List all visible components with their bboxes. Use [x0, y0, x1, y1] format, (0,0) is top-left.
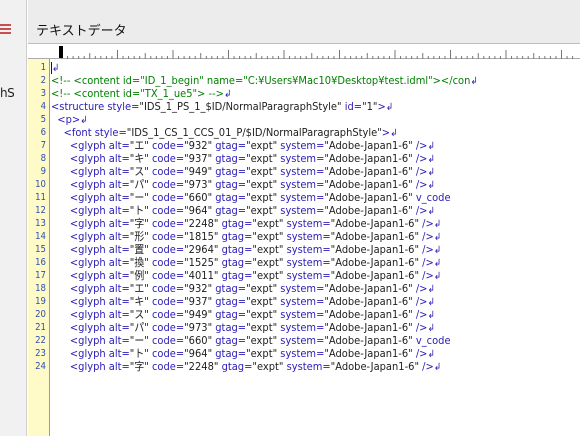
code-line[interactable]: <glyph alt="換" code="1525" gtag="expt" s… — [51, 256, 441, 269]
code-line[interactable]: <p>↲ — [51, 113, 88, 126]
list-icon[interactable] — [0, 24, 11, 34]
code-line[interactable]: <structure style="IDS_1_PS_1_$ID/NormalP… — [51, 100, 393, 113]
code-line[interactable]: <glyph alt="字" code="2248" gtag="expt" s… — [51, 217, 441, 230]
code-line[interactable]: <!-- <content id="TX_1_ue5"> -->↲ — [51, 87, 231, 100]
code-line[interactable]: <glyph alt="例" code="4011" gtag="expt" s… — [51, 269, 441, 282]
line-number: 1 — [40, 62, 46, 73]
line-number: 7 — [40, 140, 46, 151]
return-mark-icon: ↲ — [427, 167, 436, 178]
return-mark-icon: ↲ — [223, 89, 232, 100]
line-number: 6 — [40, 127, 46, 138]
line-number: 15 — [35, 244, 46, 255]
line-number: 18 — [35, 283, 46, 294]
code-line[interactable]: <glyph alt="パ" code="973" gtag="expt" sy… — [51, 321, 435, 334]
ruler-cursor-marker — [59, 46, 63, 58]
code-line[interactable]: <font style="IDS_1_CS_1_CCS_01_P/$ID/Nor… — [51, 126, 398, 139]
code-line[interactable]: <glyph alt="形" code="1815" gtag="expt" s… — [51, 230, 441, 243]
line-number: 2 — [40, 75, 46, 86]
return-mark-icon: ↲ — [427, 284, 436, 295]
return-mark-icon: ↲ — [427, 154, 436, 165]
code-line[interactable]: <glyph alt="置" code="2964" gtag="expt" s… — [51, 243, 441, 256]
ruler-ticks — [59, 46, 574, 59]
line-number: 13 — [35, 218, 46, 229]
code-line[interactable]: <glyph alt="ス" code="949" gtag="expt" sy… — [51, 308, 435, 321]
line-number: 17 — [35, 270, 46, 281]
return-mark-icon: ↲ — [427, 141, 436, 152]
return-mark-icon: ↲ — [427, 323, 436, 334]
code-line[interactable]: <!-- <content id="ID_1_begin" name="C:¥U… — [51, 74, 478, 87]
code-line[interactable]: <glyph alt="ー" code="660" gtag="expt" sy… — [51, 334, 451, 347]
code-line[interactable]: <glyph alt="ト" code="964" gtag="expt" sy… — [51, 347, 435, 360]
line-number: 4 — [40, 101, 46, 112]
code-line[interactable]: <glyph alt="キ" code="937" gtag="expt" sy… — [51, 152, 435, 165]
return-mark-icon: ↲ — [427, 349, 436, 360]
return-mark-icon: ↲ — [433, 232, 442, 243]
left-panel-fragment: hS — [0, 86, 15, 100]
return-mark-icon: ↲ — [427, 310, 436, 321]
line-number: 5 — [40, 114, 46, 125]
return-mark-icon: ↲ — [433, 271, 442, 282]
line-number: 12 — [35, 205, 46, 216]
line-number: 14 — [35, 231, 46, 242]
line-number: 19 — [35, 296, 46, 307]
line-number: 8 — [40, 153, 46, 164]
return-mark-icon: ↲ — [470, 76, 478, 87]
code-line[interactable]: <glyph alt="ス" code="949" gtag="expt" sy… — [51, 165, 435, 178]
line-number: 10 — [35, 179, 46, 190]
code-line[interactable]: ↲ — [51, 61, 59, 74]
line-number: 24 — [35, 361, 46, 372]
code-line[interactable]: <glyph alt="パ" code="973" gtag="expt" sy… — [51, 178, 435, 191]
line-number: 23 — [35, 348, 46, 359]
return-mark-icon: ↲ — [427, 297, 436, 308]
line-number: 3 — [40, 88, 46, 99]
line-number: 22 — [35, 335, 46, 346]
return-mark-icon: ↲ — [433, 258, 442, 269]
return-mark-icon: ↲ — [433, 362, 442, 373]
return-mark-icon: ↲ — [80, 115, 88, 126]
line-number-gutter: 1 2 3 4 5 6 7 8 9 10 11 12 13 14 15 16 17 18 19 20 21 22 23 24 — [28, 59, 50, 436]
code-line[interactable]: <glyph alt="ー" code="660" gtag="expt" sy… — [51, 191, 451, 204]
panel-title: テキストデータ — [36, 24, 127, 39]
text-editor[interactable]: ↲ <!-- <content id="ID_1_begin" name="C:¥… — [51, 59, 580, 436]
line-number: 21 — [35, 322, 46, 333]
code-line[interactable]: <glyph alt="エ" code="932" gtag="expt" sy… — [51, 282, 435, 295]
code-line[interactable]: <glyph alt="エ" code="932" gtag="expt" sy… — [51, 139, 435, 152]
left-panel-edge: hS — [0, 0, 27, 436]
code-line[interactable]: <glyph alt="字" code="2248" gtag="expt" s… — [51, 360, 441, 373]
code-line[interactable]: <glyph alt="キ" code="937" gtag="expt" sy… — [51, 295, 435, 308]
return-mark-icon: ↲ — [427, 180, 436, 191]
line-number: 11 — [35, 192, 46, 203]
return-mark-icon: ↲ — [385, 102, 394, 113]
return-mark-icon: ↲ — [427, 206, 436, 217]
line-number: 16 — [35, 257, 46, 268]
return-mark-icon: ↲ — [390, 128, 398, 139]
code-line[interactable]: <glyph alt="ト" code="964" gtag="expt" sy… — [51, 204, 435, 217]
return-mark-icon: ↲ — [51, 63, 60, 74]
return-mark-icon: ↲ — [433, 219, 442, 230]
column-ruler — [28, 45, 580, 59]
panel-titlebar: テキストデータ — [28, 0, 580, 44]
line-number: 20 — [35, 309, 46, 320]
return-mark-icon: ↲ — [433, 245, 442, 256]
line-number: 9 — [40, 166, 46, 177]
